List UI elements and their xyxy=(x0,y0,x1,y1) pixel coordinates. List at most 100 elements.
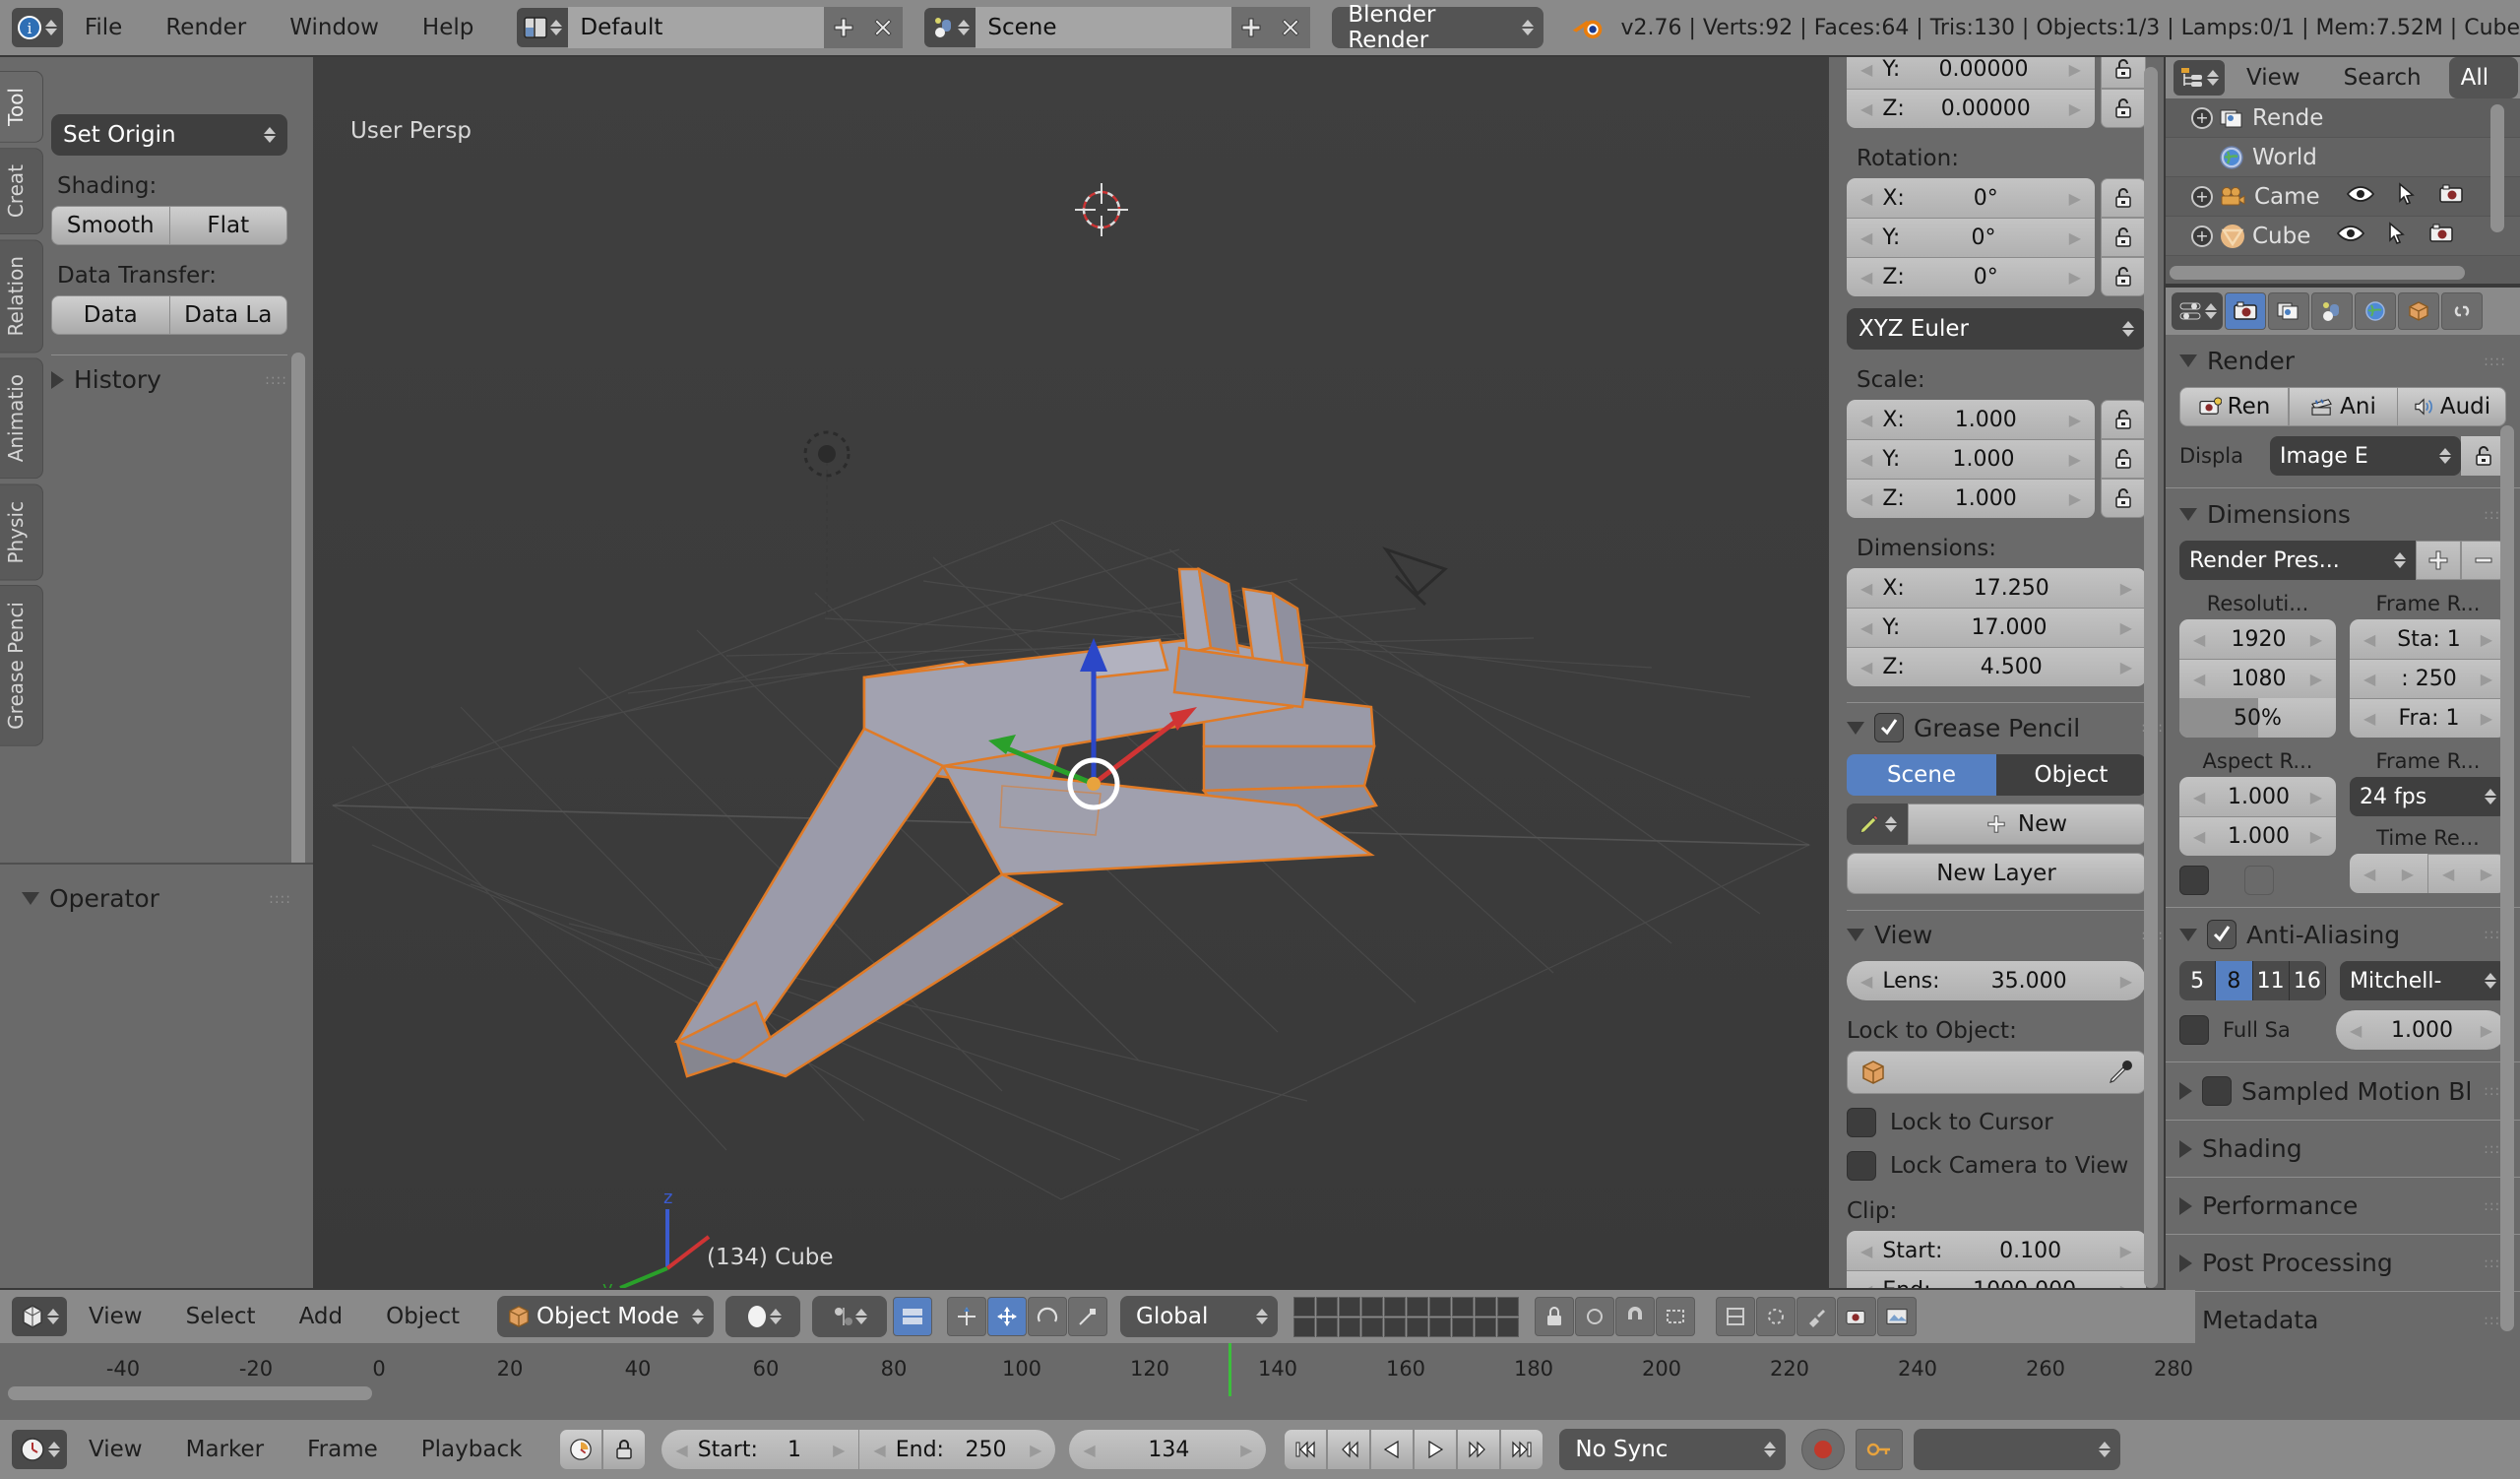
scene-selector[interactable]: Scene xyxy=(924,7,1311,48)
sidebar-item-tool[interactable]: Tool xyxy=(0,71,43,143)
antialiasing-section-header[interactable]: Anti-Aliasing :::: xyxy=(2179,920,2506,949)
layout-icon-button[interactable] xyxy=(517,8,569,47)
sidebar-item-create[interactable]: Creat xyxy=(0,147,43,235)
increment-arrow-icon[interactable]: ▶ xyxy=(2112,1242,2132,1260)
aa-samples-11[interactable]: 11 xyxy=(2252,961,2290,1000)
decrement-arrow-icon[interactable]: ◀ xyxy=(2193,788,2205,806)
render-border-button[interactable] xyxy=(1656,1297,1696,1336)
interaction-mode-selector[interactable]: Object Mode xyxy=(497,1296,715,1337)
render-engine-selector[interactable]: Blender Render xyxy=(1332,2,1544,53)
antialiasing-checkbox[interactable] xyxy=(2207,920,2236,949)
performance-section[interactable]: Performance :::: xyxy=(2166,1177,2520,1234)
increment-arrow-icon[interactable]: ▶ xyxy=(2473,670,2492,688)
increment-arrow-icon[interactable]: ▶ xyxy=(1232,1441,1252,1459)
snap-button[interactable] xyxy=(1615,1297,1656,1336)
timeline-ruler[interactable]: -40 -20 0 20 40 60 80 100 120 140 160 18… xyxy=(0,1343,2520,1400)
menu-help[interactable]: Help xyxy=(401,15,495,40)
lock-rotation-x-button[interactable] xyxy=(2101,178,2146,218)
previous-keyframe-button[interactable] xyxy=(1327,1429,1371,1470)
shade-smooth-button[interactable]: Smooth xyxy=(51,206,170,245)
decrement-arrow-icon[interactable]: ◀ xyxy=(1860,658,1872,676)
decrement-arrow-icon[interactable]: ◀ xyxy=(1860,268,1872,287)
bone-xray-button[interactable] xyxy=(1756,1297,1796,1336)
increment-arrow-icon[interactable]: ▶ xyxy=(2061,489,2081,508)
play-button[interactable] xyxy=(1414,1429,1458,1470)
increment-arrow-icon[interactable]: ▶ xyxy=(2112,1281,2132,1288)
pivot-point-selector[interactable] xyxy=(812,1296,888,1337)
last-operator-selector[interactable]: Set Origin xyxy=(51,114,287,156)
frame-start-field[interactable]: ◀ Sta: 1 ▶ xyxy=(2350,619,2506,659)
new-grease-pencil-button[interactable]: New xyxy=(1908,804,2146,845)
new-layer-button[interactable]: New Layer xyxy=(1847,853,2146,894)
render-audio-button[interactable]: Audi xyxy=(2398,387,2506,426)
sidebar-item-animation[interactable]: Animatio xyxy=(0,357,43,480)
timeline-editor[interactable]: -40 -20 0 20 40 60 80 100 120 140 160 18… xyxy=(0,1343,2520,1420)
scale-manipulator-button[interactable] xyxy=(1068,1297,1108,1336)
decrement-arrow-icon[interactable]: ◀ xyxy=(2193,827,2205,846)
resolution-percent-slider[interactable]: 50% xyxy=(2179,698,2336,738)
increment-arrow-icon[interactable]: ▶ xyxy=(2473,865,2492,883)
screen-layout-name[interactable]: Default xyxy=(568,7,825,48)
grease-pencil-checkbox[interactable] xyxy=(1874,713,1904,742)
restrict-render-icon[interactable] xyxy=(2438,183,2464,211)
increment-arrow-icon[interactable]: ▶ xyxy=(2394,865,2414,883)
decrement-arrow-icon[interactable]: ◀ xyxy=(1860,450,1872,469)
rotation-x-field[interactable]: ◀ X: 0° ▶ xyxy=(1847,178,2095,218)
render-section-header[interactable]: Render :::: xyxy=(2179,347,2506,375)
keying-set-button[interactable] xyxy=(1856,1429,1904,1470)
gp-source-scene-button[interactable]: Scene xyxy=(1847,754,1996,796)
view-camera-button[interactable] xyxy=(1837,1297,1877,1336)
open-shading-button[interactable] xyxy=(1877,1297,1918,1336)
time-remap-old-field[interactable]: ◀ ▶ xyxy=(2350,854,2427,893)
frame-end-field[interactable]: ◀ : 250 ▶ xyxy=(2350,659,2506,698)
gp-source-object-button[interactable]: Object xyxy=(1996,754,2146,796)
rotation-mode-selector[interactable]: XYZ Euler xyxy=(1847,308,2146,350)
decrement-arrow-icon[interactable]: ◀ xyxy=(1860,99,1872,118)
current-frame-field[interactable]: ◀ 134 ▶ xyxy=(1069,1430,1267,1469)
pivot-align-toggle[interactable] xyxy=(893,1297,933,1336)
scene-name[interactable]: Scene xyxy=(976,7,1232,48)
play-reverse-button[interactable] xyxy=(1370,1429,1415,1470)
increment-arrow-icon[interactable]: ▶ xyxy=(825,1441,845,1459)
decrement-arrow-icon[interactable]: ◀ xyxy=(1860,618,1872,637)
decrement-arrow-icon[interactable]: ◀ xyxy=(873,1441,885,1459)
outliner-scrollbar-horizontal[interactable] xyxy=(2170,266,2465,280)
restrict-select-icon[interactable] xyxy=(2397,181,2417,212)
resolution-x-field[interactable]: ◀ 1920 ▶ xyxy=(2179,619,2336,659)
outliner-row-cube[interactable]: + Cube xyxy=(2166,217,2520,256)
scale-x-field[interactable]: ◀ X: 1.000 ▶ xyxy=(1847,400,2095,439)
decrement-arrow-icon[interactable]: ◀ xyxy=(2193,630,2205,649)
increment-arrow-icon[interactable]: ▶ xyxy=(2061,268,2081,287)
editor-type-selector-timeline[interactable] xyxy=(12,1430,67,1469)
decrement-arrow-icon[interactable]: ◀ xyxy=(1860,579,1872,598)
full-sample-checkbox[interactable] xyxy=(2179,1015,2209,1045)
next-keyframe-button[interactable] xyxy=(1457,1429,1501,1470)
decrement-arrow-icon[interactable]: ◀ xyxy=(1083,1441,1095,1459)
dimension-x-field[interactable]: ◀ X: 17.250 ▶ xyxy=(1847,568,2146,608)
lock-to-cursor-checkbox[interactable] xyxy=(1847,1108,1876,1137)
resolution-y-field[interactable]: ◀ 1080 ▶ xyxy=(2179,659,2336,698)
shade-flat-button[interactable]: Flat xyxy=(169,206,287,245)
border-checkbox[interactable] xyxy=(2179,866,2209,895)
decrement-arrow-icon[interactable]: ◀ xyxy=(1860,189,1872,208)
scene-layers-grid[interactable] xyxy=(1293,1296,1520,1337)
aa-samples-8[interactable]: 8 xyxy=(2216,961,2253,1000)
increment-arrow-icon[interactable]: ▶ xyxy=(2061,60,2081,79)
timeline-menu-marker[interactable]: Marker xyxy=(164,1437,286,1462)
sidebar-item-relations[interactable]: Relation xyxy=(0,239,43,354)
decrement-arrow-icon[interactable]: ◀ xyxy=(1860,411,1872,429)
increment-arrow-icon[interactable]: ▶ xyxy=(1022,1441,1041,1459)
auto-keyframe-button[interactable] xyxy=(559,1429,603,1470)
rotation-z-field[interactable]: ◀ Z: 0° ▶ xyxy=(1847,257,2095,296)
timeline-scrollbar[interactable] xyxy=(8,1386,372,1400)
decrement-arrow-icon[interactable]: ◀ xyxy=(2193,670,2205,688)
delete-layout-button[interactable] xyxy=(863,7,904,48)
decrement-arrow-icon[interactable]: ◀ xyxy=(1860,1281,1872,1288)
lock-rotation-z-button[interactable] xyxy=(2101,257,2146,296)
aa-filter-size-field[interactable]: ◀ 1.000 ▶ xyxy=(2336,1010,2506,1050)
sidebar-item-physics[interactable]: Physic xyxy=(0,483,43,581)
lock-camera-to-view-checkbox[interactable] xyxy=(1847,1151,1876,1181)
increment-arrow-icon[interactable]: ▶ xyxy=(2061,228,2081,247)
tab-render-layers[interactable] xyxy=(2268,292,2309,330)
clip-end-field[interactable]: ◀ End: 1000.000 ▶ xyxy=(1847,1270,2146,1288)
